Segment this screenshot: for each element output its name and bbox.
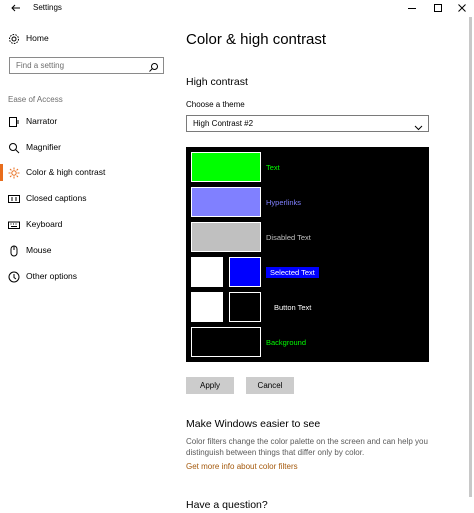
closed-captions-icon [8, 192, 20, 204]
text-color-swatch[interactable] [191, 152, 261, 182]
sidebar-item-label: Magnifier [26, 142, 61, 152]
search-icon[interactable] [148, 60, 159, 72]
sidebar-item-label: Narrator [26, 116, 58, 126]
sidebar-item-color-high-contrast[interactable]: Color & high contrast [0, 162, 172, 184]
theme-dropdown[interactable]: High Contrast #2 [186, 115, 429, 132]
make-easier-heading: Make Windows easier to see [186, 418, 321, 430]
selected-text-label: Selected Text [266, 267, 319, 278]
main-content: Color & high contrast High contrast Choo… [172, 17, 474, 513]
chevron-down-icon [414, 119, 423, 131]
background-label: Background [266, 338, 307, 347]
cancel-button[interactable]: Cancel [246, 377, 294, 394]
selected-background-color-swatch[interactable] [229, 257, 261, 287]
sidebar-item-keyboard[interactable]: Keyboard [0, 214, 172, 236]
sidebar-item-label: Other options [26, 271, 78, 281]
magnifier-icon [8, 141, 20, 154]
minimize-icon[interactable] [405, 1, 419, 15]
scrollbar[interactable] [469, 17, 472, 497]
keyboard-icon [8, 218, 20, 230]
other-options-icon [8, 270, 20, 283]
sidebar-item-label: Color & high contrast [26, 167, 106, 177]
back-arrow-icon[interactable] [9, 1, 23, 15]
selected-text-color-swatch[interactable] [191, 257, 223, 287]
make-easier-description: Color filters change the color palette o… [186, 437, 428, 457]
sidebar-item-closed-captions[interactable]: Closed captions [0, 188, 172, 210]
sidebar-item-mouse[interactable]: Mouse [0, 240, 172, 262]
sidebar-item-label: Keyboard [26, 219, 63, 229]
high-contrast-heading: High contrast [186, 76, 248, 88]
button-text-color-swatch[interactable] [191, 292, 223, 322]
button-text-label: Button Text [274, 303, 312, 312]
sidebar-item-narrator[interactable]: Narrator [0, 111, 172, 133]
disabled-text-label: Disabled Text [266, 233, 311, 242]
disabled-color-swatch[interactable] [191, 222, 261, 252]
sidebar-item-label: Mouse [26, 245, 52, 255]
question-heading: Have a question? [186, 499, 268, 511]
page-title: Color & high contrast [186, 31, 327, 48]
window-title: Settings [33, 3, 62, 12]
hyperlinks-color-swatch[interactable] [191, 187, 261, 217]
sidebar-item-home[interactable]: Home [0, 28, 172, 50]
active-indicator [0, 164, 3, 181]
hyperlinks-label: Hyperlinks [266, 198, 302, 207]
button-background-color-swatch[interactable] [229, 292, 261, 322]
theme-dropdown-value: High Contrast #2 [193, 119, 254, 128]
background-color-swatch[interactable] [191, 327, 261, 357]
sidebar: Home Find a setting Ease of Access Narra… [0, 17, 172, 513]
maximize-icon[interactable] [431, 1, 445, 15]
theme-preview: Text Hyperlinks Disabled Text Selected T… [186, 147, 429, 362]
search-input[interactable]: Find a setting [9, 57, 164, 74]
close-icon[interactable] [455, 1, 469, 15]
sidebar-item-magnifier[interactable]: Magnifier [0, 137, 172, 159]
brightness-icon [8, 166, 20, 179]
mouse-icon [8, 244, 20, 257]
text-label: Text [266, 163, 280, 172]
section-label: Ease of Access [8, 95, 63, 104]
sidebar-item-label: Home [26, 33, 49, 43]
sidebar-item-other-options[interactable]: Other options [0, 266, 172, 288]
sidebar-item-label: Closed captions [26, 193, 87, 203]
narrator-icon [8, 115, 20, 127]
color-filters-info-link[interactable]: Get more info about color filters [186, 462, 298, 471]
choose-theme-label: Choose a theme [186, 100, 245, 109]
gear-icon [8, 32, 20, 44]
apply-button[interactable]: Apply [186, 377, 234, 394]
title-bar: Settings [0, 0, 474, 17]
search-placeholder: Find a setting [16, 61, 65, 70]
